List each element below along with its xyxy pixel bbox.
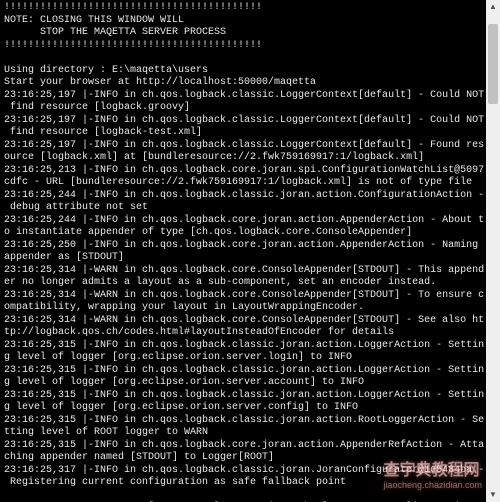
scroll-down-button[interactable]: ▼ — [486, 488, 500, 502]
console-text: !!!!!!!!!!!!!!!!!!!!!!!!!!!!!!!!!!!!!!!!… — [4, 2, 484, 502]
scroll-up-button[interactable]: ▲ — [486, 0, 500, 14]
terminal-output[interactable]: !!!!!!!!!!!!!!!!!!!!!!!!!!!!!!!!!!!!!!!!… — [0, 0, 500, 502]
vertical-scrollbar[interactable]: ▲ ▼ — [486, 0, 500, 502]
scrollbar-thumb[interactable] — [488, 24, 498, 104]
scrollbar-track[interactable] — [486, 14, 500, 488]
